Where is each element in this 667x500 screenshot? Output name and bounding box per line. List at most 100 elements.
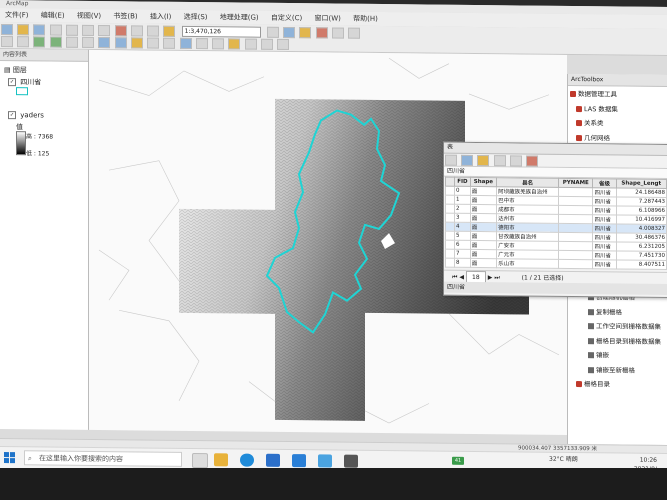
forward-extent-icon[interactable]	[114, 37, 127, 49]
python-icon[interactable]	[331, 27, 344, 39]
select-features-icon[interactable]	[130, 37, 143, 49]
row-selector[interactable]	[445, 195, 455, 205]
table-cell[interactable]: 2	[454, 204, 471, 214]
table-cell[interactable]: 4	[454, 222, 471, 232]
arcmap-task-icon[interactable]	[344, 454, 358, 468]
toolbox-toolset-item[interactable]: 关系类	[576, 117, 604, 127]
table-cell[interactable]: 面	[470, 231, 497, 241]
table-cell[interactable]: 0	[454, 186, 471, 196]
mail-icon[interactable]	[292, 454, 306, 468]
table-cell[interactable]	[558, 250, 593, 260]
windows-start-icon[interactable]	[4, 452, 15, 464]
zoom-out-icon[interactable]	[17, 36, 30, 48]
row-selector[interactable]	[445, 240, 455, 250]
table-cell[interactable]	[558, 241, 593, 251]
delete-selected-icon[interactable]	[526, 155, 539, 167]
print-icon[interactable]	[49, 24, 62, 36]
row-selector[interactable]	[445, 213, 455, 223]
table-options-icon[interactable]	[445, 154, 457, 166]
menu-view[interactable]: 视图(V)	[72, 9, 106, 23]
table-cell[interactable]	[558, 196, 593, 206]
store-icon[interactable]	[266, 453, 280, 467]
table-cell[interactable]: 面	[470, 258, 497, 268]
first-record-icon[interactable]: ⏮	[452, 274, 457, 281]
toolbox-toolset-item[interactable]: 栅格目录	[576, 378, 610, 388]
table-cell[interactable]: 广安市	[496, 240, 559, 251]
toolbox-toolset-item[interactable]: 数据管理工具	[570, 88, 617, 98]
menu-customize[interactable]: 自定义(C)	[266, 11, 307, 25]
row-selector[interactable]	[445, 249, 455, 259]
table-cell[interactable]: 四川省	[592, 196, 616, 206]
table-cell[interactable]: 成都市	[496, 204, 559, 215]
toc-window-icon[interactable]	[283, 26, 296, 39]
identify-icon[interactable]	[179, 37, 192, 50]
fixed-zoom-in-icon[interactable]	[65, 36, 78, 48]
table-cell[interactable]	[558, 223, 593, 233]
table-cell[interactable]: 巴中市	[496, 195, 559, 206]
html-popup-icon[interactable]	[244, 38, 257, 50]
toolbox-toolset-item[interactable]: 几何网络	[576, 132, 610, 142]
map-scale-input[interactable]: 1:3,470,126	[181, 25, 261, 38]
toolbox-tool-item[interactable]: 工作空间到栅格数据集	[588, 320, 661, 331]
copy-icon[interactable]	[82, 24, 95, 36]
table-footer-tab[interactable]: 四川省	[444, 281, 667, 296]
layer-visibility-checkbox[interactable]: ✓	[8, 111, 16, 120]
add-data-icon[interactable]	[163, 25, 176, 37]
table-cell[interactable]: 面	[470, 213, 497, 223]
row-selector[interactable]	[445, 204, 455, 214]
layer-visibility-checkbox[interactable]: ✓	[8, 78, 16, 87]
table-cell[interactable]: 四川省	[592, 250, 616, 260]
task-view-icon[interactable]	[192, 453, 208, 469]
open-icon[interactable]	[17, 24, 30, 36]
fixed-zoom-out-icon[interactable]	[82, 36, 95, 48]
table-cell[interactable]	[558, 205, 593, 215]
toolbox-tool-item[interactable]: 复制栅格	[588, 306, 622, 316]
table-cell[interactable]: 四川省	[592, 259, 616, 269]
table-row[interactable]: 8 面乐山市 四川省 8.407511	[445, 258, 667, 270]
table-cell[interactable]: 德阳市	[496, 222, 559, 233]
table-cell[interactable]: 甘孜藏族自治州	[496, 231, 559, 242]
table-cell[interactable]: 面	[470, 249, 497, 259]
save-icon[interactable]	[33, 24, 46, 36]
table-cell[interactable]: 四川省	[592, 223, 616, 233]
table-cell[interactable]: 面	[470, 204, 497, 214]
toolbox-toolset-item[interactable]: LAS 数据集	[576, 103, 618, 113]
table-cell[interactable]: 8	[454, 258, 471, 268]
editor-toolbar-icon[interactable]	[266, 26, 279, 38]
menu-windows[interactable]: 窗口(W)	[309, 11, 345, 25]
time-slider-icon[interactable]	[276, 38, 289, 51]
model-builder-icon[interactable]	[347, 27, 360, 39]
col-header[interactable]: PYNAME	[558, 178, 593, 188]
table-cell[interactable]: 8.407511	[616, 259, 667, 270]
menu-bookmarks[interactable]: 书签(B)	[108, 9, 142, 23]
table-cell[interactable]: 四川省	[592, 187, 616, 197]
next-record-icon[interactable]: ▶	[488, 274, 493, 281]
select-elements-icon[interactable]	[163, 37, 176, 49]
toolbox-tool-item[interactable]: 栅格目录到栅格数据集	[588, 335, 661, 345]
table-cell[interactable]: 3	[454, 213, 471, 223]
delete-icon[interactable]	[114, 25, 127, 37]
menu-edit[interactable]: 编辑(E)	[36, 8, 70, 22]
toc-layer-sichuan[interactable]: ✓ 四川省	[8, 77, 41, 87]
edge-browser-icon[interactable]	[240, 453, 254, 467]
table-cell[interactable]: 四川省	[592, 205, 616, 215]
go-to-xy-icon[interactable]	[260, 38, 273, 50]
col-header[interactable]: FID	[454, 177, 471, 187]
back-extent-icon[interactable]	[98, 37, 111, 49]
new-map-icon[interactable]	[1, 24, 13, 36]
table-cell[interactable]: 7	[454, 249, 471, 259]
find-icon[interactable]	[195, 38, 208, 50]
hyperlink-icon[interactable]	[228, 38, 241, 50]
table-cell[interactable]: 5	[454, 231, 471, 241]
table-cell[interactable]: 广元市	[496, 249, 559, 260]
catalog-icon[interactable]	[299, 27, 312, 39]
related-tables-icon[interactable]	[461, 154, 474, 166]
col-header[interactable]: Shape	[470, 177, 497, 187]
table-cell[interactable]: 四川省	[592, 214, 616, 224]
table-cell[interactable]: 达州市	[496, 213, 559, 224]
toolbox-tool-item[interactable]: 镶嵌至新栅格	[588, 364, 635, 374]
table-cell[interactable]: 四川省	[592, 232, 616, 242]
cut-icon[interactable]	[65, 24, 78, 36]
taskbar-search-input[interactable]: ⌕ 在这里输入你要搜索的内容	[24, 450, 182, 467]
notification-badge[interactable]: 41	[452, 456, 464, 465]
